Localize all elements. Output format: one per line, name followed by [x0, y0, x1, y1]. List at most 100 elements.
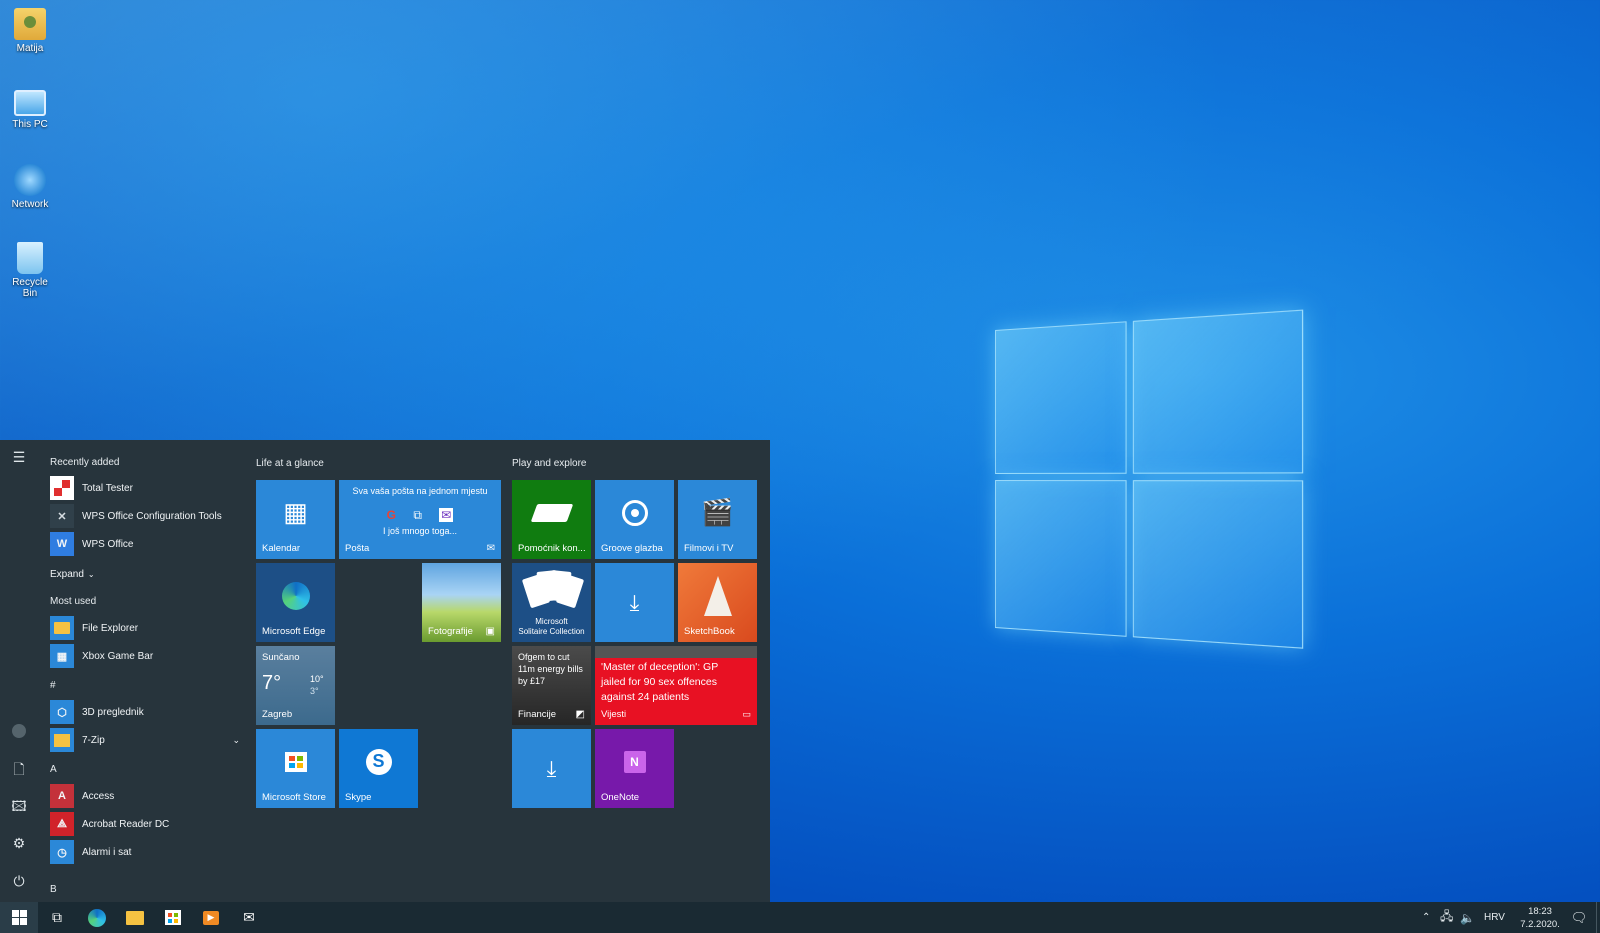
desktop-icon-this-pc[interactable]: This PC	[4, 86, 56, 130]
user-account-icon[interactable]	[10, 722, 28, 740]
console-icon	[512, 480, 591, 545]
taskbar-file-explorer[interactable]	[116, 902, 154, 933]
volume-tray[interactable]: 🔈	[1460, 902, 1478, 933]
language-indicator[interactable]: HRV	[1484, 902, 1512, 933]
settings-gear-icon[interactable]: ⚙	[10, 834, 28, 852]
app-item-file-explorer[interactable]: File Explorer	[50, 616, 138, 640]
letter-header-hash[interactable]: #	[50, 680, 56, 691]
app-item-xbox-game-bar[interactable]: ▦ Xbox Game Bar	[50, 644, 153, 668]
app-item-label: File Explorer	[82, 622, 139, 634]
expand-label: Expand	[50, 568, 84, 580]
tile-kalendar[interactable]: ▦ Kalendar	[256, 480, 335, 559]
mail-icon: ✉	[243, 909, 255, 925]
news-headline: 'Master of deception': GP jailed for 90 …	[601, 661, 719, 703]
tile-financije[interactable]: Ofgem to cut 11m energy bills by £17 Fin…	[512, 646, 591, 725]
tile-filmovi-i-tv[interactable]: 🎬 Filmovi i TV	[678, 480, 757, 559]
hamburger-menu-icon[interactable]: ☰	[10, 448, 28, 466]
store-bag-icon	[165, 910, 181, 925]
app-item-wps-config[interactable]: ✕ WPS Office Configuration Tools	[50, 504, 222, 528]
solitaire-name-line1: Microsoft	[535, 617, 568, 626]
app-item-3d-preglednik[interactable]: ⬡ 3D preglednik	[50, 700, 144, 724]
tile-microsoft-store[interactable]: Microsoft Store	[256, 729, 335, 808]
tile-groove-glazba[interactable]: Groove glazba	[595, 480, 674, 559]
desktop-icon-user[interactable]: Matija	[4, 8, 56, 54]
tile-label: Skype	[345, 792, 372, 803]
expand-button[interactable]: Expand ⌄	[50, 562, 95, 586]
app-item-label: WPS Office	[82, 538, 134, 550]
clock-date: 7.2.2020.	[1520, 918, 1560, 930]
photos-badge-icon: ▣	[485, 626, 495, 637]
app-item-total-tester[interactable]: Total Tester	[50, 476, 133, 500]
app-item-acrobat-reader[interactable]: ⟁ Acrobat Reader DC	[50, 812, 169, 836]
tile-vijesti[interactable]: 'Master of deception': GP jailed for 90 …	[595, 646, 757, 725]
notification-icon: 🗨	[1570, 909, 1588, 925]
desktop-icon-network[interactable]: Network	[4, 164, 56, 210]
access-icon: A	[50, 784, 74, 808]
tile-label: Pošta	[345, 543, 370, 554]
tile-microsoft-edge[interactable]: Microsoft Edge	[256, 563, 335, 642]
tile-download-placeholder-2[interactable]: ⤓	[512, 729, 591, 808]
mail-badge-icon: ✉	[486, 543, 495, 554]
app-item-alarmi-i-sat[interactable]: ◷ Alarmi i sat	[50, 840, 131, 864]
app-item-access[interactable]: A Access	[50, 784, 114, 808]
taskbar-media-player[interactable]: ▶	[192, 902, 230, 933]
letter-header-b[interactable]: B	[50, 884, 57, 895]
chevron-up-icon: ⌃	[1422, 912, 1431, 923]
group-header-life-at-a-glance[interactable]: Life at a glance	[256, 458, 324, 469]
start-button[interactable]	[0, 902, 38, 933]
app-item-wps-office[interactable]: W WPS Office	[50, 532, 134, 556]
desktop-icon-recycle-bin[interactable]: Recycle Bin	[4, 242, 56, 299]
mail-accounts-icons: G ⧉ ✉	[339, 508, 501, 523]
action-center-button[interactable]: 🗨	[1568, 902, 1590, 933]
wps-tools-icon: ✕	[50, 504, 74, 528]
app-list: Recently added Total Tester ✕ WPS Office…	[38, 440, 243, 902]
outlook-icon: ⧉	[413, 508, 422, 522]
power-icon[interactable]: ⏻	[10, 872, 28, 890]
desktop-icon-label: This PC	[12, 119, 48, 130]
show-desktop-button[interactable]	[1596, 902, 1600, 933]
documents-icon[interactable]: 🗋	[10, 760, 28, 778]
windows-logo-icon	[11, 910, 27, 925]
tile-posta[interactable]: Sva vaša pošta na jednom mjestu G ⧉ ✉ I …	[339, 480, 501, 559]
tile-fotografije[interactable]: Fotografije ▣	[422, 563, 501, 642]
taskbar-mail[interactable]: ✉	[230, 902, 268, 933]
chevron-down-icon[interactable]: ⌄	[232, 735, 240, 746]
acrobat-icon: ⟁	[50, 812, 74, 836]
finance-headline: Ofgem to cut 11m energy bills by £17	[518, 652, 583, 686]
tile-label: Vijesti	[601, 709, 627, 720]
network-tray[interactable]: 🖧	[1440, 902, 1458, 933]
xbox-game-bar-icon: ▦	[50, 644, 74, 668]
weather-condition: Sunčano	[262, 652, 300, 663]
task-view-button[interactable]: ⧉	[40, 902, 74, 933]
show-hidden-icons-button[interactable]: ⌃	[1422, 902, 1436, 933]
tile-label: Fotografije	[428, 626, 473, 637]
tile-download-placeholder[interactable]: ⤓	[595, 563, 674, 642]
tile-label: Filmovi i TV	[684, 543, 734, 554]
alarm-clock-icon: ◷	[50, 840, 74, 864]
tile-label: Pomoćnik kon...	[518, 543, 586, 554]
taskbar-microsoft-store[interactable]	[154, 902, 192, 933]
taskbar-edge[interactable]	[78, 902, 116, 933]
network-tray-icon: 🖧	[1440, 909, 1454, 923]
tile-pomocnik[interactable]: Pomoćnik kon...	[512, 480, 591, 559]
tile-sketchbook[interactable]: SketchBook	[678, 563, 757, 642]
mail-tile-header: Sva vaša pošta na jednom mjestu	[352, 486, 488, 496]
3d-viewer-icon: ⬡	[50, 700, 74, 724]
tile-skype[interactable]: S Skype	[339, 729, 418, 808]
clock[interactable]: 18:23 7.2.2020.	[1514, 902, 1566, 933]
weather-temp: 7°	[262, 672, 282, 694]
chart-icon: ◩	[575, 709, 585, 720]
group-header-play-and-explore[interactable]: Play and explore	[512, 458, 587, 469]
pictures-icon[interactable]: 🖾	[10, 797, 28, 815]
pencil-icon	[678, 563, 757, 628]
letter-header-a[interactable]: A	[50, 764, 57, 775]
tile-label: SketchBook	[684, 626, 735, 637]
clapperboard-icon: 🎬	[701, 497, 734, 527]
computer-icon	[14, 90, 46, 116]
app-item-7zip-folder[interactable]: 7-Zip ⌄	[50, 728, 240, 752]
tile-onenote[interactable]: N OneNote	[595, 729, 674, 808]
app-item-label: Access	[82, 790, 115, 802]
tile-solitaire[interactable]: Microsoft Solitaire Collection	[512, 563, 591, 642]
tile-weather[interactable]: Sunčano 7° 10° 3° Zagreb	[256, 646, 335, 725]
skype-icon: S	[339, 729, 418, 794]
